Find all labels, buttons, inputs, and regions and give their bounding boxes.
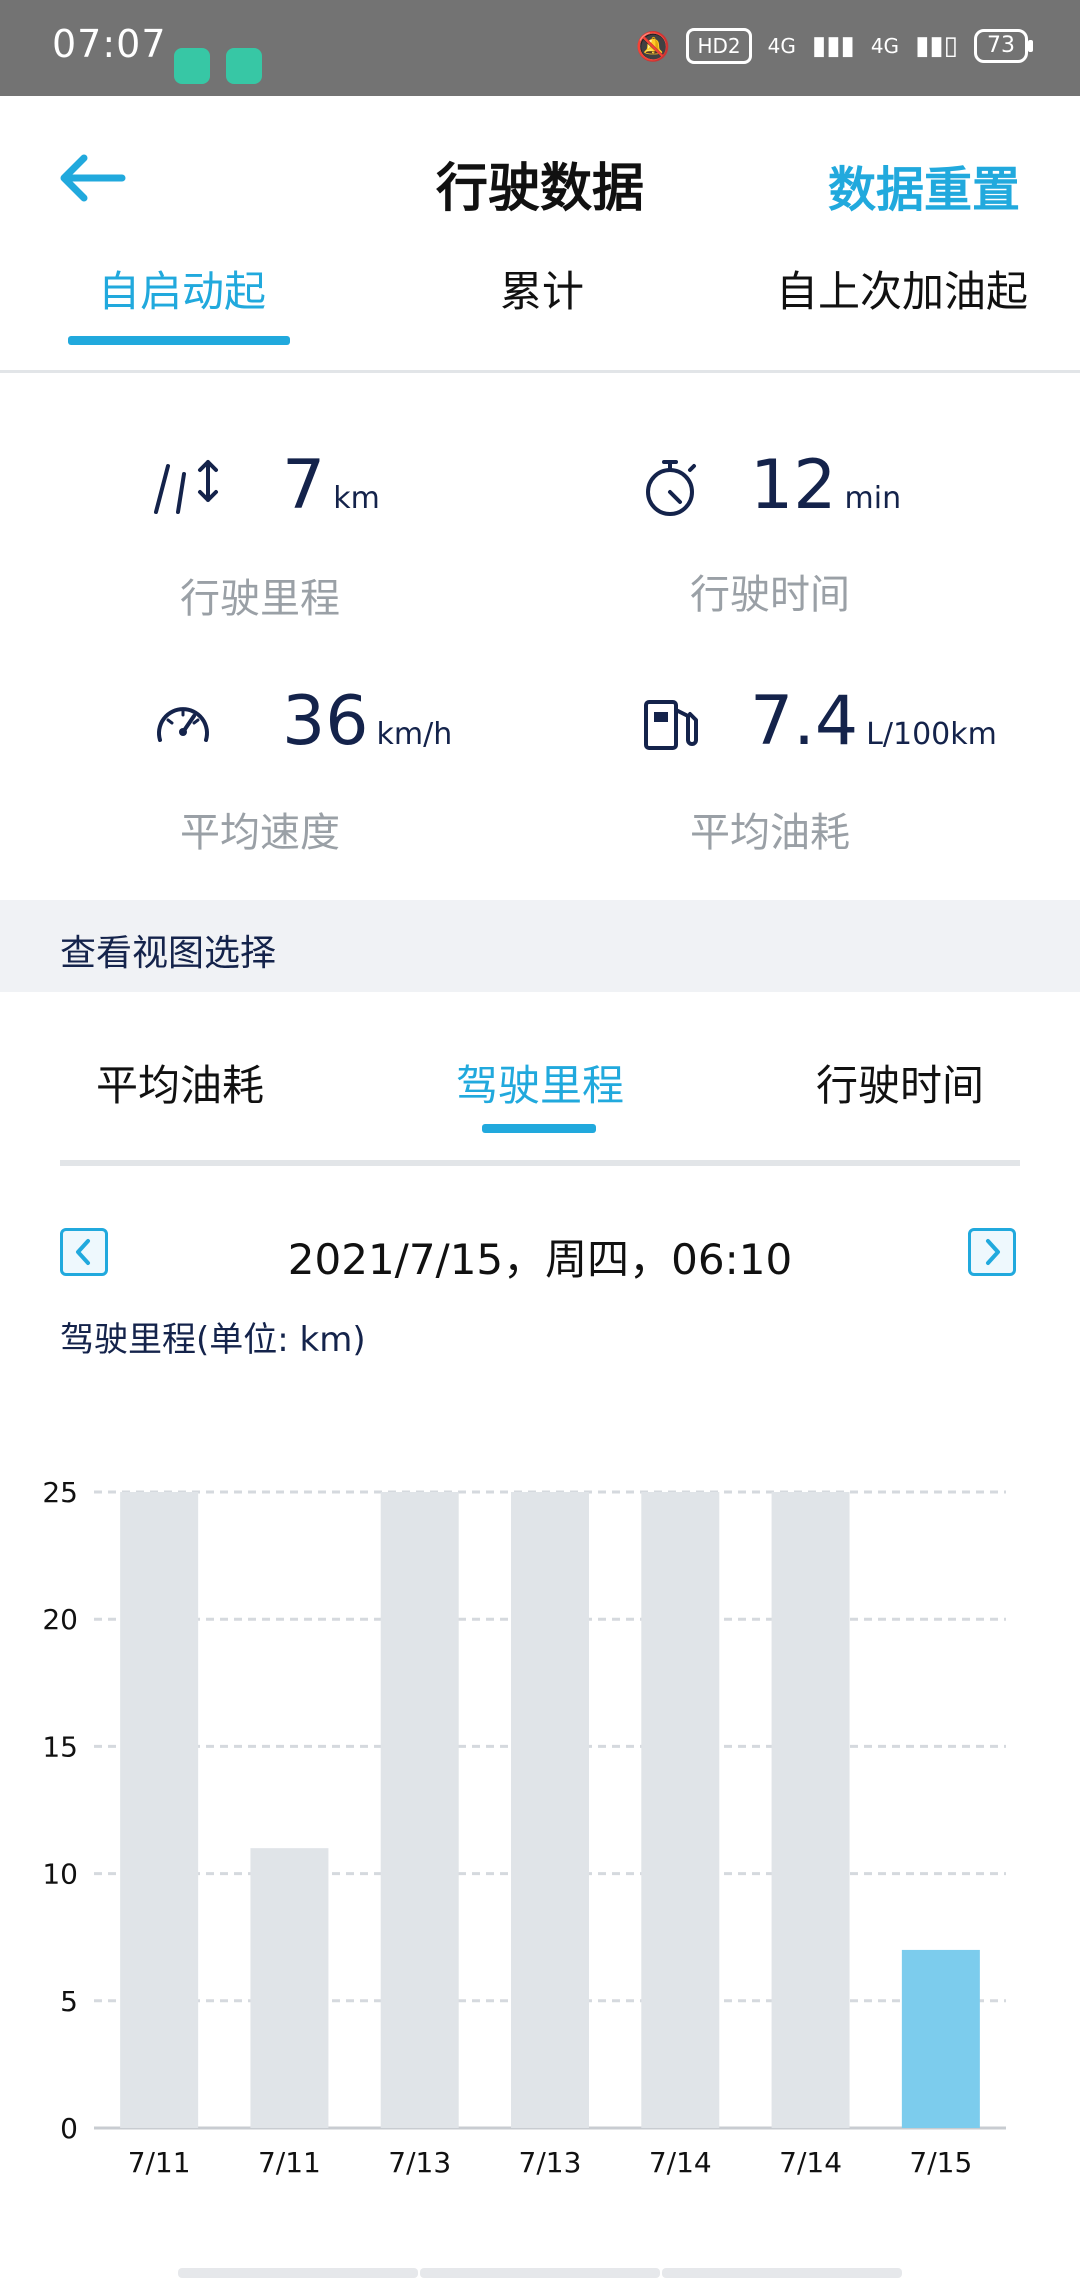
speedometer-icon — [157, 707, 209, 742]
fuel-stat: 7.4 L/100km — [750, 682, 997, 761]
chart-bar[interactable] — [901, 1949, 980, 2128]
active-tab-indicator — [68, 336, 290, 345]
fuel-unit: L/100km — [866, 717, 997, 752]
reset-data-button[interactable]: 数据重置 — [828, 150, 1020, 220]
x-tick-label: 7/11 — [258, 2146, 321, 2179]
signal-icon-2: ▮▮▯ — [915, 31, 958, 61]
network-4g-2: 4G — [870, 34, 900, 58]
y-tick-label: 5 — [60, 1985, 78, 2018]
tab-since-start[interactable]: 自启动起 — [98, 258, 266, 319]
y-tick-label: 25 — [42, 1476, 78, 1509]
network-4g-1: 4G — [767, 34, 796, 58]
y-tick-label: 20 — [42, 1603, 78, 1636]
x-tick-label: 7/15 — [909, 2146, 972, 2179]
next-date-button[interactable] — [968, 1228, 1016, 1276]
distance-stat: 7 km — [282, 446, 380, 525]
speed-label: 平均速度 — [180, 810, 340, 856]
fuel-value: 7.4 — [750, 682, 859, 761]
speed-stat: 36 km/h — [282, 682, 452, 761]
x-tick-label: 7/14 — [649, 2146, 712, 2179]
distance-label: 行驶里程 — [180, 576, 340, 622]
stopwatch-icon — [646, 460, 696, 516]
y-tick-label: 0 — [60, 2112, 78, 2145]
time-label: 行驶时间 — [690, 572, 850, 618]
x-tick-label: 7/13 — [388, 2146, 451, 2179]
chart-bar[interactable] — [641, 1492, 720, 2128]
notification-app-icon-2 — [226, 48, 262, 84]
bell-muted-icon: 🔕 — [635, 29, 671, 63]
fuel-pump-icon — [644, 700, 698, 750]
divider — [60, 1160, 1020, 1166]
chart-bar[interactable] — [250, 1848, 329, 2128]
speed-unit: km/h — [376, 717, 453, 752]
chart-bar[interactable] — [771, 1492, 850, 2128]
tab-since-refuel[interactable]: 自上次加油起 — [776, 258, 1028, 319]
fuel-label: 平均油耗 — [690, 810, 850, 856]
tab-avg-fuel[interactable]: 平均油耗 — [96, 1052, 264, 1113]
road-icon — [154, 460, 218, 514]
hd-badge: HD2 — [686, 28, 752, 64]
chart-bar[interactable] — [511, 1492, 589, 2128]
chart-subtitle: 驾驶里程(单位: km) — [60, 1320, 366, 1360]
time-unit: min — [844, 481, 902, 516]
speed-value: 36 — [282, 682, 369, 761]
tab-driving-time[interactable]: 行驶时间 — [816, 1052, 984, 1113]
scroll-hint — [178, 2268, 418, 2278]
time-stat: 12 min — [750, 446, 901, 525]
chart-bar[interactable] — [120, 1492, 199, 2128]
x-tick-label: 7/13 — [519, 2146, 582, 2179]
active-view-indicator — [482, 1124, 596, 1133]
signal-icon: ▮▮▮ — [811, 31, 855, 61]
chart-bar[interactable] — [380, 1492, 459, 2128]
notification-app-icon — [174, 48, 210, 84]
status-time: 07:07 — [52, 22, 167, 66]
scroll-hint — [662, 2268, 902, 2278]
x-tick-label: 7/11 — [128, 2146, 191, 2179]
view-selection-label: 查看视图选择 — [60, 933, 277, 974]
chevron-right-icon — [986, 1239, 1000, 1265]
time-value: 12 — [750, 446, 837, 525]
scroll-hint — [420, 2268, 660, 2278]
current-date: 2021/7/15，周四，06:10 — [287, 1235, 793, 1284]
distance-value: 7 — [282, 446, 326, 525]
y-tick-label: 10 — [42, 1858, 78, 1891]
tab-driving-distance[interactable]: 驾驶里程 — [456, 1052, 624, 1113]
status-icons: 🔕 HD2 4G ▮▮▮ 4G ▮▮▯ 73 — [635, 28, 1033, 64]
x-tick-label: 7/14 — [779, 2146, 842, 2179]
y-tick-label: 15 — [42, 1730, 78, 1763]
divider — [0, 370, 1080, 373]
distance-unit: km — [333, 481, 380, 516]
battery-indicator: 73 — [974, 29, 1033, 63]
tab-cumulative[interactable]: 累计 — [500, 258, 584, 319]
distance-bar-chart: 0 5 10 15 20 25 7/11 7/11 7/13 7/13 7/14 7/14 7/15 — [42, 1476, 1006, 2179]
